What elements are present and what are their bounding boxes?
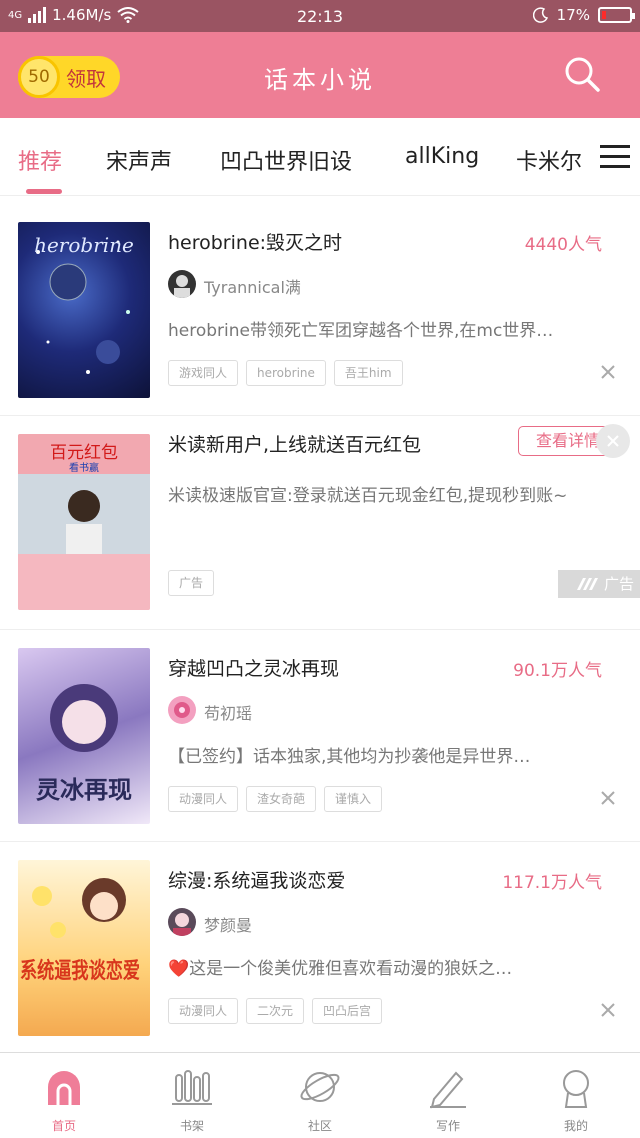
ad-cover-sub: 看书赢 bbox=[69, 461, 99, 474]
cover-art: 百元红包 看书赢 bbox=[18, 434, 150, 610]
ad-title[interactable]: 米读新用户,上线就送百元红包 bbox=[168, 430, 421, 457]
home-icon bbox=[48, 1071, 80, 1105]
book-cover[interactable]: 系统逼我谈恋爱 bbox=[18, 860, 150, 1036]
author-name[interactable]: 苟初瑶 bbox=[204, 700, 252, 724]
ad-badge-label: 广告 bbox=[603, 575, 634, 593]
tag[interactable]: 动漫同人 bbox=[168, 786, 239, 812]
popularity: 4440人气 bbox=[524, 235, 602, 255]
avatar[interactable] bbox=[168, 696, 196, 724]
list-item[interactable]: 灵冰再现 穿越凹凸之灵冰再现 90.1万人气 苟初瑶 【已签约】话本独家,其他均… bbox=[0, 634, 640, 842]
tag[interactable]: herobrine bbox=[246, 360, 326, 386]
battery-icon bbox=[598, 7, 635, 23]
tag-list: 动漫同人 渣女奇葩 谨慎入 bbox=[168, 786, 383, 812]
novel-title[interactable]: herobrine:毁灭之时 bbox=[168, 228, 342, 255]
tag-list: 游戏同人 herobrine 吾王him bbox=[168, 360, 403, 386]
nav-community[interactable]: 社区 bbox=[280, 1065, 360, 1134]
menu-icon[interactable] bbox=[600, 145, 630, 169]
ad-description: 米读极速版官宣:登录就送百元现金红包,提现秒到账~ bbox=[168, 486, 568, 506]
tab-kamier[interactable]: 卡米尔 bbox=[516, 144, 582, 176]
popularity: 117.1万人气 bbox=[502, 873, 602, 893]
avatar[interactable] bbox=[168, 908, 196, 936]
cover-art: 灵冰再现 bbox=[36, 684, 132, 804]
ad-badge: 广告 bbox=[558, 570, 640, 598]
tag[interactable]: 动漫同人 bbox=[168, 998, 239, 1024]
cover-title: 系统逼我谈恋爱 bbox=[20, 958, 140, 983]
nav-label: 书架 bbox=[179, 1119, 204, 1133]
tag[interactable]: 渣女奇葩 bbox=[246, 786, 317, 812]
ad-close-button[interactable] bbox=[596, 424, 630, 458]
tab-song-shengsheng[interactable]: 宋声声 bbox=[106, 144, 172, 176]
tab-allking[interactable]: allKing bbox=[405, 144, 479, 169]
battery-percent: 17% bbox=[556, 6, 590, 24]
avatar[interactable] bbox=[168, 270, 196, 298]
status-bar: 4G 1.46M/s 22:13 17% bbox=[0, 0, 640, 32]
tab-aotu-world[interactable]: 凹凸世界旧设 bbox=[220, 144, 352, 176]
planet-icon bbox=[300, 1072, 340, 1102]
list-item[interactable]: herobrine herobrine:毁灭之时 4440人气 Tyrannic… bbox=[0, 208, 640, 416]
tag[interactable]: 吾王him bbox=[333, 360, 403, 386]
profile-icon bbox=[563, 1070, 589, 1108]
book-cover[interactable]: herobrine bbox=[18, 222, 150, 398]
cover-art: herobrine bbox=[34, 233, 134, 374]
popularity: 90.1万人气 bbox=[513, 661, 602, 681]
author-name[interactable]: 梦颜曼 bbox=[204, 912, 252, 936]
search-icon[interactable] bbox=[562, 54, 602, 94]
ad-cover[interactable]: 百元红包 看书赢 bbox=[18, 434, 150, 610]
ad-logo-icon bbox=[577, 578, 599, 590]
tag[interactable]: 凹凸后宫 bbox=[312, 998, 383, 1024]
tag[interactable]: 游戏同人 bbox=[168, 360, 239, 386]
nav-write[interactable]: 写作 bbox=[408, 1065, 488, 1134]
tag-list: 动漫同人 二次元 凹凸后宫 bbox=[168, 998, 383, 1024]
close-icon[interactable] bbox=[600, 790, 616, 806]
novel-description: 【已签约】话本独家,其他均为抄袭他是异世界… bbox=[168, 747, 531, 767]
pencil-icon bbox=[430, 1071, 466, 1109]
author-name[interactable]: Tyrannical满 bbox=[204, 274, 301, 298]
nav-bookshelf[interactable]: 书架 bbox=[152, 1065, 232, 1134]
ad-tag: 广告 bbox=[168, 570, 215, 596]
tab-recommend[interactable]: 推荐 bbox=[18, 144, 62, 176]
nav-label: 写作 bbox=[435, 1119, 460, 1133]
active-tab-indicator bbox=[26, 189, 62, 194]
nav-label: 我的 bbox=[563, 1119, 588, 1133]
bottom-nav: 首页 书架 社区 写作 我的 bbox=[0, 1052, 640, 1138]
close-icon[interactable] bbox=[600, 1002, 616, 1018]
category-tabs: 推荐 宋声声 凹凸世界旧设 allKing 卡米尔 bbox=[0, 118, 640, 196]
nav-label: 社区 bbox=[307, 1119, 332, 1133]
novel-title[interactable]: 穿越凹凸之灵冰再现 bbox=[168, 654, 339, 681]
nav-home[interactable]: 首页 bbox=[24, 1065, 104, 1134]
moon-icon bbox=[532, 7, 548, 23]
ad-cover-title: 百元红包 bbox=[50, 443, 118, 462]
tag-list: 广告 bbox=[168, 570, 215, 596]
novel-description: herobrine带领死亡军团穿越各个世界,在mc世界… bbox=[168, 321, 554, 341]
ad-item[interactable]: 百元红包 看书赢 米读新用户,上线就送百元红包 查看详情 米读极速版官宣:登录就… bbox=[0, 420, 640, 630]
book-cover[interactable]: 灵冰再现 bbox=[18, 648, 150, 824]
cover-art: 系统逼我谈恋爱 bbox=[20, 878, 140, 983]
cover-title: 灵冰再现 bbox=[36, 777, 132, 804]
tag[interactable]: 二次元 bbox=[246, 998, 305, 1024]
nav-profile[interactable]: 我的 bbox=[536, 1065, 616, 1134]
close-icon bbox=[607, 435, 619, 447]
app-title: 话本小说 bbox=[264, 66, 376, 94]
novel-title[interactable]: 综漫:系统逼我谈恋爱 bbox=[168, 866, 345, 893]
bookshelf-icon bbox=[172, 1070, 212, 1105]
novel-description: ❤️这是一个俊美优雅但喜欢看动漫的狼妖之… bbox=[168, 959, 513, 979]
app-bar: 50 领取 话本小说 bbox=[0, 32, 640, 118]
close-icon[interactable] bbox=[600, 364, 616, 380]
cover-title: herobrine bbox=[34, 233, 134, 257]
nav-label: 首页 bbox=[51, 1119, 76, 1133]
list-item[interactable]: 系统逼我谈恋爱 综漫:系统逼我谈恋爱 117.1万人气 梦颜曼 ❤️这是一个俊美… bbox=[0, 846, 640, 1052]
tag[interactable]: 谨慎入 bbox=[324, 786, 383, 812]
